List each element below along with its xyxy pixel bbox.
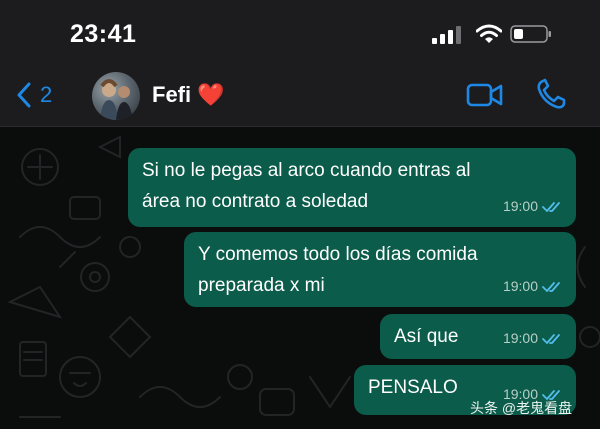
status-bar: 23:41 (0, 0, 600, 62)
message-line: preparada x mi (198, 275, 325, 296)
read-ticks-icon (542, 333, 560, 344)
message-line: Si no le pegas al arco cuando entras al (142, 160, 471, 181)
message-line: Y comemos todo los días comida (198, 244, 478, 265)
chat-header: 2 Fefi ❤️ (0, 62, 600, 127)
message-meta: 19:00 (503, 271, 564, 302)
contact-name[interactable]: Fefi ❤️ (152, 82, 225, 108)
watermark: 头条 @老鬼看盘 (470, 400, 573, 416)
message-time: 19:00 (502, 278, 538, 294)
message-line: PENSALO (368, 377, 458, 398)
unread-count: 2 (40, 82, 53, 107)
avatar-photo (100, 79, 133, 120)
message-time: 19:00 (502, 330, 538, 346)
message-bubble[interactable]: Así que 19:00 (380, 314, 576, 359)
message-bubble[interactable]: Y comemos todo los días comida preparada… (184, 232, 576, 307)
message-bubble[interactable]: Si no le pegas al arco cuando entras al … (128, 148, 576, 227)
message-time: 19:00 (502, 198, 538, 214)
signal-icon (432, 26, 461, 44)
message-text: Si no le pegas al arco cuando entras al … (142, 155, 471, 217)
battery-icon (510, 25, 551, 43)
phone-icon[interactable] (536, 78, 566, 110)
message-text: Y comemos todo los días comida preparada… (198, 239, 478, 301)
wifi-icon (476, 24, 502, 43)
read-ticks-icon (542, 281, 560, 292)
message-meta: 19:00 (503, 191, 564, 222)
chat-area[interactable]: Si no le pegas al arco cuando entras al … (0, 127, 600, 429)
message-line: Así que (394, 326, 459, 347)
message-line: área no contrato a soledad (142, 191, 369, 212)
message-text: Así que (394, 321, 458, 352)
status-time: 23:41 (70, 20, 137, 48)
message-meta: 19:00 (503, 323, 564, 354)
message-text: PENSALO (368, 372, 458, 403)
chevron-left-icon (17, 82, 31, 108)
read-ticks-icon (542, 201, 560, 212)
video-call-icon[interactable] (466, 80, 504, 110)
back-button[interactable]: 2 (16, 80, 52, 110)
contact-avatar[interactable] (92, 72, 140, 120)
